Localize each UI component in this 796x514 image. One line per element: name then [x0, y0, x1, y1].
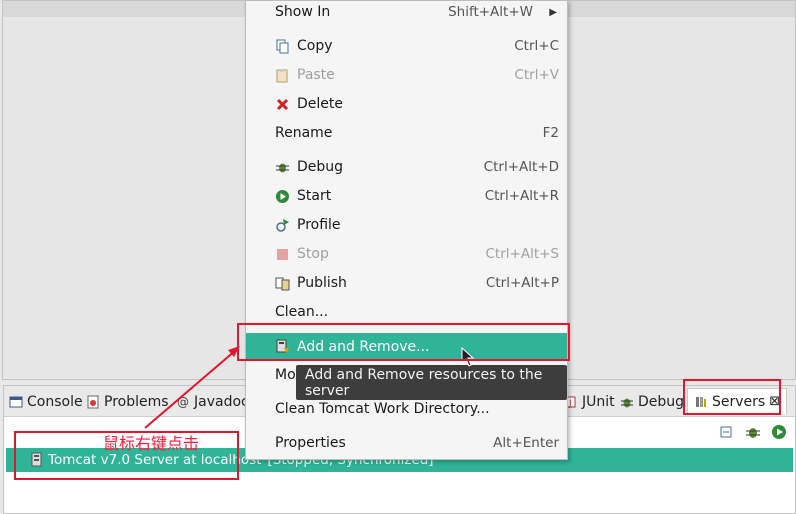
annotation-label: 鼠标右键点击 — [103, 434, 200, 453]
